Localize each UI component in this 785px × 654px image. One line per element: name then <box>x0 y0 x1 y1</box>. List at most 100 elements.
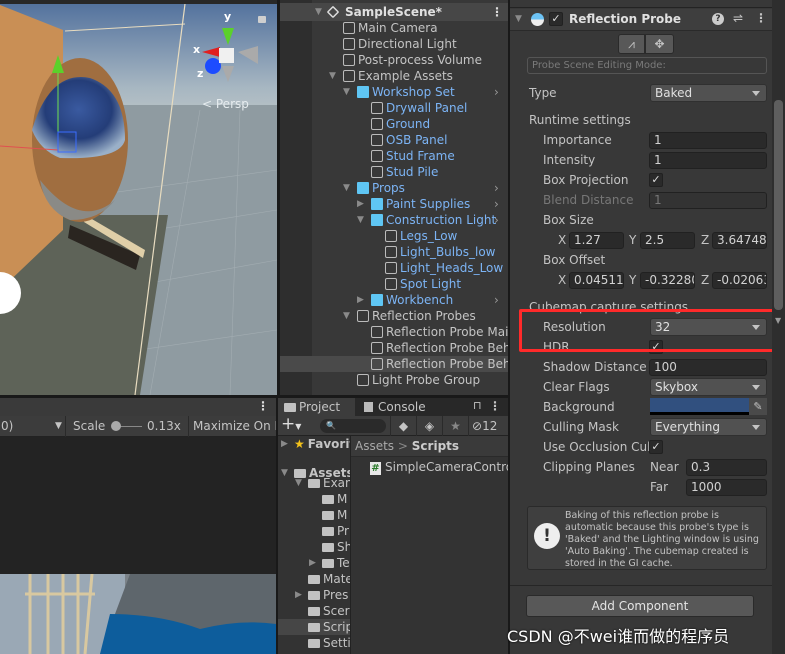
far-field[interactable]: 1000 <box>686 479 767 496</box>
project-tree-item[interactable]: ▶ Te <box>278 555 350 571</box>
intensity-field[interactable]: 1 <box>649 152 767 169</box>
near-field[interactable]: 0.3 <box>686 459 767 476</box>
resolution-dropdown[interactable]: 0) ▼ <box>0 416 66 437</box>
filter-by-type-icon[interactable]: ◆ <box>390 416 416 436</box>
hierarchy-item[interactable]: Ground <box>280 116 508 132</box>
expanded-arrow-icon[interactable]: ▼ <box>329 68 336 84</box>
project-tree-item[interactable]: Setti <box>278 635 350 651</box>
box-offset-y-field[interactable]: -0.32280 <box>640 272 695 289</box>
hierarchy-item[interactable]: Light_Bulbs_low <box>280 244 508 260</box>
culling-mask-dropdown[interactable]: Everything <box>650 418 767 436</box>
project-tree-item[interactable]: M <box>278 491 350 507</box>
hierarchy-item[interactable]: OSB Panel <box>280 132 508 148</box>
chevron-right-icon[interactable]: › <box>494 180 499 196</box>
chevron-right-icon[interactable]: › <box>494 84 499 100</box>
project-tree-item[interactable]: Scer <box>278 603 350 619</box>
hidden-packages-button[interactable]: ⊘12 <box>468 416 508 436</box>
clear-flags-dropdown[interactable]: Skybox <box>650 378 767 396</box>
hierarchy-item[interactable]: Stud Pile <box>280 164 508 180</box>
box-size-x-field[interactable]: 1.27 <box>569 232 624 249</box>
more-icon[interactable]: ⋮ <box>491 3 503 21</box>
hierarchy-item[interactable]: Light Probe Group <box>280 372 508 388</box>
edit-origin-button[interactable]: ✥ <box>645 34 674 54</box>
hierarchy-item[interactable]: Spot Light <box>280 276 508 292</box>
expanded-arrow-icon[interactable]: ▼ <box>343 308 350 324</box>
edit-bounds-button[interactable]: ⩘ <box>618 34 645 54</box>
add-component-button[interactable]: Add Component <box>526 595 754 617</box>
file-item[interactable]: # SimpleCameraContro <box>370 459 508 475</box>
gizmo-y-label: y <box>224 10 232 23</box>
hierarchy-item[interactable]: Main Camera <box>280 20 508 36</box>
search-input[interactable]: 🔍 <box>320 419 386 433</box>
chevron-right-icon[interactable]: › <box>494 212 499 228</box>
chevron-right-icon[interactable]: › <box>494 292 499 308</box>
box-size-y-field[interactable]: 2.5 <box>640 232 695 249</box>
hierarchy-item[interactable]: ▼ Reflection Probes <box>280 308 508 324</box>
hierarchy-item[interactable]: ▼ Construction Light › <box>280 212 508 228</box>
scrollbar-thumb[interactable] <box>774 100 783 310</box>
box-offset-x-field[interactable]: 0.045115 <box>569 272 624 289</box>
hierarchy-item[interactable]: Reflection Probe Behi <box>280 356 508 372</box>
component-header[interactable]: ▼ ✓ Reflection Probe ? ⇌ ⋮ <box>510 9 772 31</box>
presets-icon[interactable]: ⇌ <box>733 11 743 25</box>
eyedropper-icon[interactable]: ✎ <box>749 398 767 415</box>
occlusion-culling-checkbox[interactable]: ✓ <box>649 440 663 454</box>
breadcrumb-scripts[interactable]: Scripts <box>412 439 459 453</box>
scale-slider-handle[interactable] <box>111 421 121 431</box>
hierarchy-item[interactable]: ▼ Props › <box>280 180 508 196</box>
more-icon[interactable]: ⋮ <box>489 399 501 413</box>
favorites-star-icon[interactable]: ★ <box>442 416 468 436</box>
blend-distance-field: 1 <box>649 192 767 209</box>
project-tree-item[interactable]: ▶ Pres <box>278 587 350 603</box>
expanded-arrow-icon[interactable]: ▼ <box>343 180 350 196</box>
expanded-arrow-icon[interactable]: ▼ <box>357 212 364 228</box>
hierarchy-item[interactable]: Reflection Probe Behi <box>280 340 508 356</box>
more-icon[interactable]: ⋮ <box>257 399 269 413</box>
hierarchy-item[interactable]: ▶ Workbench › <box>280 292 508 308</box>
create-button[interactable]: +▼ <box>281 414 301 434</box>
project-tree-item[interactable]: M <box>278 507 350 523</box>
chevron-right-icon[interactable]: › <box>494 196 499 212</box>
box-size-z-field[interactable]: 3.64748 <box>712 232 767 249</box>
tab-console[interactable]: Console <box>364 398 426 416</box>
lock-icon[interactable]: ⊓ <box>473 399 482 412</box>
maximize-on-play-toggle[interactable]: Maximize On P <box>188 416 276 437</box>
box-offset-z-field[interactable]: -0.02063 <box>712 272 767 289</box>
project-panel: Project Console ⊓ ⋮ +▼ 🔍 ◆ ◈ ★ ⊘12 Asset… <box>278 398 508 654</box>
project-tree-item[interactable]: Scrip <box>278 619 350 635</box>
collapsed-arrow-icon[interactable]: ▶ <box>357 292 364 308</box>
lock-icon[interactable] <box>258 16 266 23</box>
box-projection-checkbox[interactable]: ✓ <box>649 173 663 187</box>
project-tree-item[interactable]: Sh <box>278 539 350 555</box>
scene-header[interactable]: ▼ SampleScene* ⋮ <box>280 3 508 21</box>
filter-by-label-icon[interactable]: ◈ <box>416 416 442 436</box>
scene-view[interactable]: y x z < Persp <box>0 0 277 395</box>
hierarchy-item[interactable]: ▼ Example Assets <box>280 68 508 84</box>
hierarchy-item[interactable]: Post-process Volume <box>280 52 508 68</box>
hierarchy-item[interactable]: ▼ Workshop Set › <box>280 84 508 100</box>
hierarchy-item[interactable]: Drywall Panel <box>280 100 508 116</box>
type-dropdown[interactable]: Baked <box>650 84 767 102</box>
hierarchy-item[interactable]: Legs_Low <box>280 228 508 244</box>
background-color-field[interactable] <box>650 398 749 415</box>
shadow-distance-field[interactable]: 100 <box>649 359 767 376</box>
gameobject-cube-icon <box>343 38 355 50</box>
component-enabled-checkbox[interactable]: ✓ <box>549 12 563 26</box>
hierarchy-item[interactable]: ▶ Paint Supplies › <box>280 196 508 212</box>
project-tree-item[interactable]: ▶★Favorit <box>278 436 350 452</box>
help-icon[interactable]: ? <box>712 13 724 25</box>
hierarchy-item[interactable]: Directional Light <box>280 36 508 52</box>
importance-field[interactable]: 1 <box>649 132 767 149</box>
scrollbar[interactable]: ▼ <box>772 0 785 654</box>
hierarchy-item[interactable]: Stud Frame <box>280 148 508 164</box>
more-icon[interactable]: ⋮ <box>755 11 767 25</box>
expanded-arrow-icon[interactable]: ▼ <box>343 84 350 100</box>
project-tree-item[interactable]: ▼ Exan <box>278 475 350 491</box>
breadcrumb-assets[interactable]: Assets <box>355 439 394 453</box>
project-tree-item[interactable]: Pr <box>278 523 350 539</box>
project-tree-item[interactable]: Mate <box>278 571 350 587</box>
hierarchy-item[interactable]: Reflection Probe Main <box>280 324 508 340</box>
collapsed-arrow-icon[interactable]: ▶ <box>357 196 364 212</box>
persp-label[interactable]: < Persp <box>202 97 249 111</box>
hierarchy-item[interactable]: Light_Heads_Low <box>280 260 508 276</box>
